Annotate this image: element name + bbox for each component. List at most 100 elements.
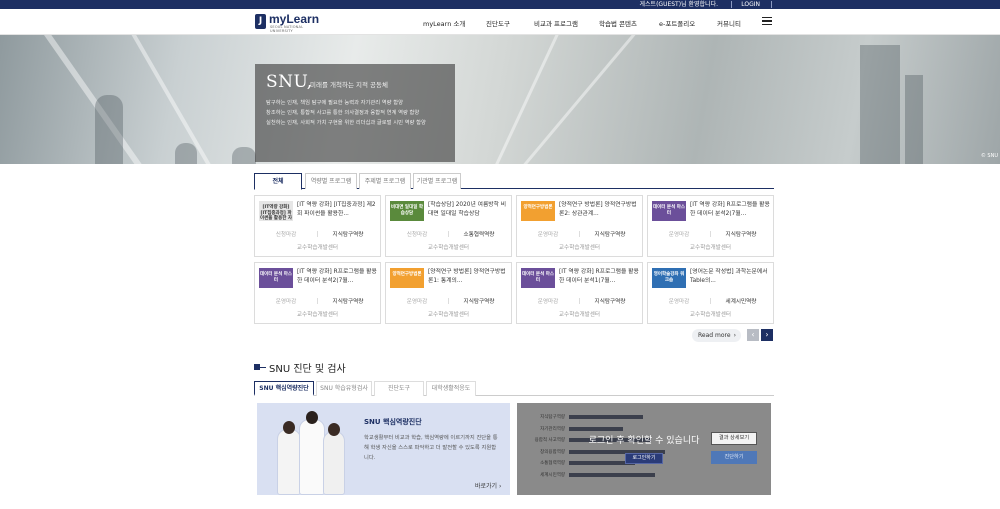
program-card[interactable]: 양적연구방법론 [양적연구 방법론] 양적연구방법론2: 상관관계... 운영마감 지…	[516, 195, 643, 257]
nav-item-portfolio[interactable]: e-포트폴리오	[659, 18, 695, 28]
program-status: 운영마감	[406, 299, 428, 305]
program-title: [학습상담] 2020년 여름방학 비대면 일대일 학습상담	[428, 202, 507, 217]
students-illustration	[269, 409, 349, 495]
diagnosis-tabs: SNU 핵심역량진단 SNU 학습유형검사 진단도구 대학생활적응도	[254, 381, 774, 396]
program-status: 운영마감	[668, 232, 690, 238]
diagnosis-card-description: 학교생활부터 비교과 학습, 핵심역량에 이르기까지 진단을 통해 학생 자신을…	[364, 435, 498, 461]
nav-item-diagnosis[interactable]: 진단도구	[486, 18, 510, 28]
program-card[interactable]: 데이터 분석 마스터 [IT 역량 강화] R프로그램을 활용한 데이터 분석2(…	[647, 195, 774, 257]
program-status: 운영마감	[537, 232, 559, 238]
chevron-right-icon: ›	[733, 332, 736, 339]
program-category: 지식탐구역량	[594, 299, 626, 305]
main-header: J myLearn SEOUL NATIONAL UNIVERSITY myLe…	[0, 9, 1000, 35]
nav-item-community[interactable]: 커뮤니티	[717, 18, 741, 28]
tab-diagnostic-tools[interactable]: 진단도구	[374, 381, 424, 396]
hero-decor	[95, 95, 123, 164]
program-title: [양적연구 방법론] 양적연구방법론1: 통계의...	[428, 269, 506, 284]
thumbnail-text: 양적연구방법론	[523, 205, 553, 210]
thumbnail-text: 데이터 분석 마스터	[521, 272, 555, 283]
thumbnail-text: 데이터 분석 마스터	[652, 205, 686, 216]
program-organizer: 교수학습개발센터	[558, 245, 601, 251]
program-thumbnail: 비대면 일대일 학습상담	[390, 201, 424, 221]
prev-page-button[interactable]: ‹	[747, 329, 759, 341]
welcome-text: 게스트(GUEST)님 환영합니다.	[639, 1, 718, 8]
program-organizer: 교수학습개발센터	[558, 312, 601, 318]
hero-description: 탐구하는 인재, 책임 탐구에 필요한 능력과 자기관리 역량 함양 창조하는 …	[266, 98, 426, 128]
tab-by-competency[interactable]: 역량별 프로그램	[305, 173, 357, 189]
thumbnail-text: 영어학술강좌 워크숍	[653, 272, 685, 283]
start-diagnosis-button[interactable]: 진단하기	[711, 451, 757, 464]
program-thumbnail: 데이터 분석 마스터	[259, 268, 293, 288]
program-category: 지식탐구역량	[594, 232, 626, 238]
next-page-button[interactable]: ›	[761, 329, 773, 341]
bar-label: 세계시민역량	[540, 472, 565, 478]
divider	[731, 1, 732, 8]
go-link[interactable]: 바로가기 ›	[475, 481, 501, 490]
program-organizer: 교수학습개발센터	[296, 245, 339, 251]
login-link[interactable]: LOGIN	[741, 0, 760, 9]
login-button[interactable]: 로그인하기	[625, 453, 663, 464]
thumbnail-text: [IT역량 강화] [IT집중과정] 파이썬을 활용한 자료 분석	[259, 205, 293, 221]
hero-decor	[120, 35, 224, 164]
program-organizer: 교수학습개발센터	[689, 312, 732, 318]
tab-all[interactable]: 전체	[254, 173, 302, 190]
hamburger-menu-icon[interactable]	[762, 17, 772, 26]
hero-line: 창조하는 인재, 통합적 사고를 통한 의사결정과 융합적 연계 역량 함양	[266, 110, 420, 116]
nav-item-programs[interactable]: 비교과 프로그램	[534, 18, 578, 28]
competency-bar	[569, 472, 655, 477]
program-title: [양적연구 방법론] 양적연구방법론2: 상관관계...	[559, 202, 637, 217]
program-title: [IT 역량 강화] R프로그램을 활용한 데이터 분석2(7월...	[297, 269, 377, 284]
program-organizer: 교수학습개발센터	[689, 245, 732, 251]
nav-item-contents[interactable]: 학습법 콘텐츠	[599, 18, 637, 28]
program-card[interactable]: [IT역량 강화] [IT집중과정] 파이썬을 활용한 자료 분석 [IT 역량 …	[254, 195, 381, 257]
top-utility-bar: 게스트(GUEST)님 환영합니다. LOGIN	[0, 0, 1000, 9]
program-thumbnail: 양적연구방법론	[521, 201, 555, 221]
program-category: 지식탐구역량	[332, 299, 364, 305]
read-more-button[interactable]: Read more ›	[692, 329, 741, 342]
tab-adjustment[interactable]: 대학생활적응도	[426, 381, 476, 396]
nav-item-about[interactable]: myLearn 소개	[423, 18, 465, 28]
program-status: 신청마감	[275, 232, 297, 238]
program-card[interactable]: 데이터 분석 마스터 [IT 역량 강화] R프로그램을 활용한 데이터 분석2(…	[254, 262, 381, 324]
section-marker-icon	[254, 364, 266, 370]
program-thumbnail: 영어학술강좌 워크숍	[652, 268, 686, 288]
diagnosis-intro-card: SNU 핵심역량진단 학교생활부터 비교과 학습, 핵심역량에 이르기까지 진단…	[257, 403, 510, 495]
thumbnail-text: 비대면 일대일 학습상담	[390, 205, 424, 216]
program-organizer: 교수학습개발센터	[427, 312, 470, 318]
thumbnail-text: 데이터 분석 마스터	[259, 272, 293, 283]
hero-decor	[860, 45, 900, 164]
program-title: [영어논문 작성법] 과학논문에서 Table의...	[690, 269, 768, 284]
hero-decor	[175, 143, 197, 164]
tab-learning-style[interactable]: SNU 학습유형검사	[316, 381, 372, 396]
tab-by-institution[interactable]: 기관별 프로그램	[413, 173, 461, 189]
program-card[interactable]: 비대면 일대일 학습상담 [학습상담] 2020년 여름방학 비대면 일대일 학습…	[385, 195, 512, 257]
tab-core-competency[interactable]: SNU 핵심역량진단	[254, 381, 314, 396]
snu-emblem-icon: J	[255, 14, 266, 29]
program-category: 세계시민역량	[725, 299, 757, 305]
section-title: SNU 진단 및 검사	[269, 364, 346, 375]
site-logo[interactable]: J myLearn SEOUL NATIONAL UNIVERSITY	[255, 12, 327, 33]
bar-label: 자기관리역량	[540, 426, 565, 432]
program-category: 지식탐구역량	[725, 232, 757, 238]
program-thumbnail: 데이터 분석 마스터	[521, 268, 555, 288]
result-detail-button[interactable]: 결과 상세보기	[711, 432, 757, 445]
program-card[interactable]: 데이터 분석 마스터 [IT 역량 강화] R프로그램을 활용한 데이터 분석1(…	[516, 262, 643, 324]
program-organizer: 교수학습개발센터	[296, 312, 339, 318]
program-card[interactable]: 영어학술강좌 워크숍 [영어논문 작성법] 과학논문에서 Table의... 운영마…	[647, 262, 774, 324]
hero-line: 실천하는 인재, 사회적 가치 구현을 위한 리더십과 글로벌 시민 역량 함양	[266, 120, 426, 126]
logo-text: myLearn	[269, 12, 320, 26]
competency-bar	[569, 415, 643, 419]
logo-subtitle: SEOUL NATIONAL UNIVERSITY	[270, 25, 304, 33]
hero-line: 탐구하는 인재, 책임 탐구에 필요한 능력과 자기관리 역량 함양	[266, 100, 403, 106]
hero-decor	[232, 147, 256, 164]
hero-credit: © SNU	[980, 153, 998, 159]
bar-label: 창의융합역량	[540, 449, 565, 455]
program-card[interactable]: 양적연구방법론 [양적연구 방법론] 양적연구방법론1: 통계의... 운영마감 지식…	[385, 262, 512, 324]
program-status: 운영마감	[537, 299, 559, 305]
program-tabs: 전체 역량별 프로그램 주제별 프로그램 기관별 프로그램	[254, 173, 774, 190]
tab-by-topic[interactable]: 주제별 프로그램	[359, 173, 411, 189]
hero-caption-box: SNU, 미래를 개척하는 지적 공동체 탐구하는 인재, 책임 탐구에 필요한…	[255, 64, 455, 162]
divider	[771, 1, 772, 8]
diagnosis-result-panel: 지식탐구역량 자기관리역량 융합적 사고역량 창의융합역량 소통협력역량 세계시민역량 로…	[517, 403, 771, 495]
program-status: 운영마감	[668, 299, 690, 305]
